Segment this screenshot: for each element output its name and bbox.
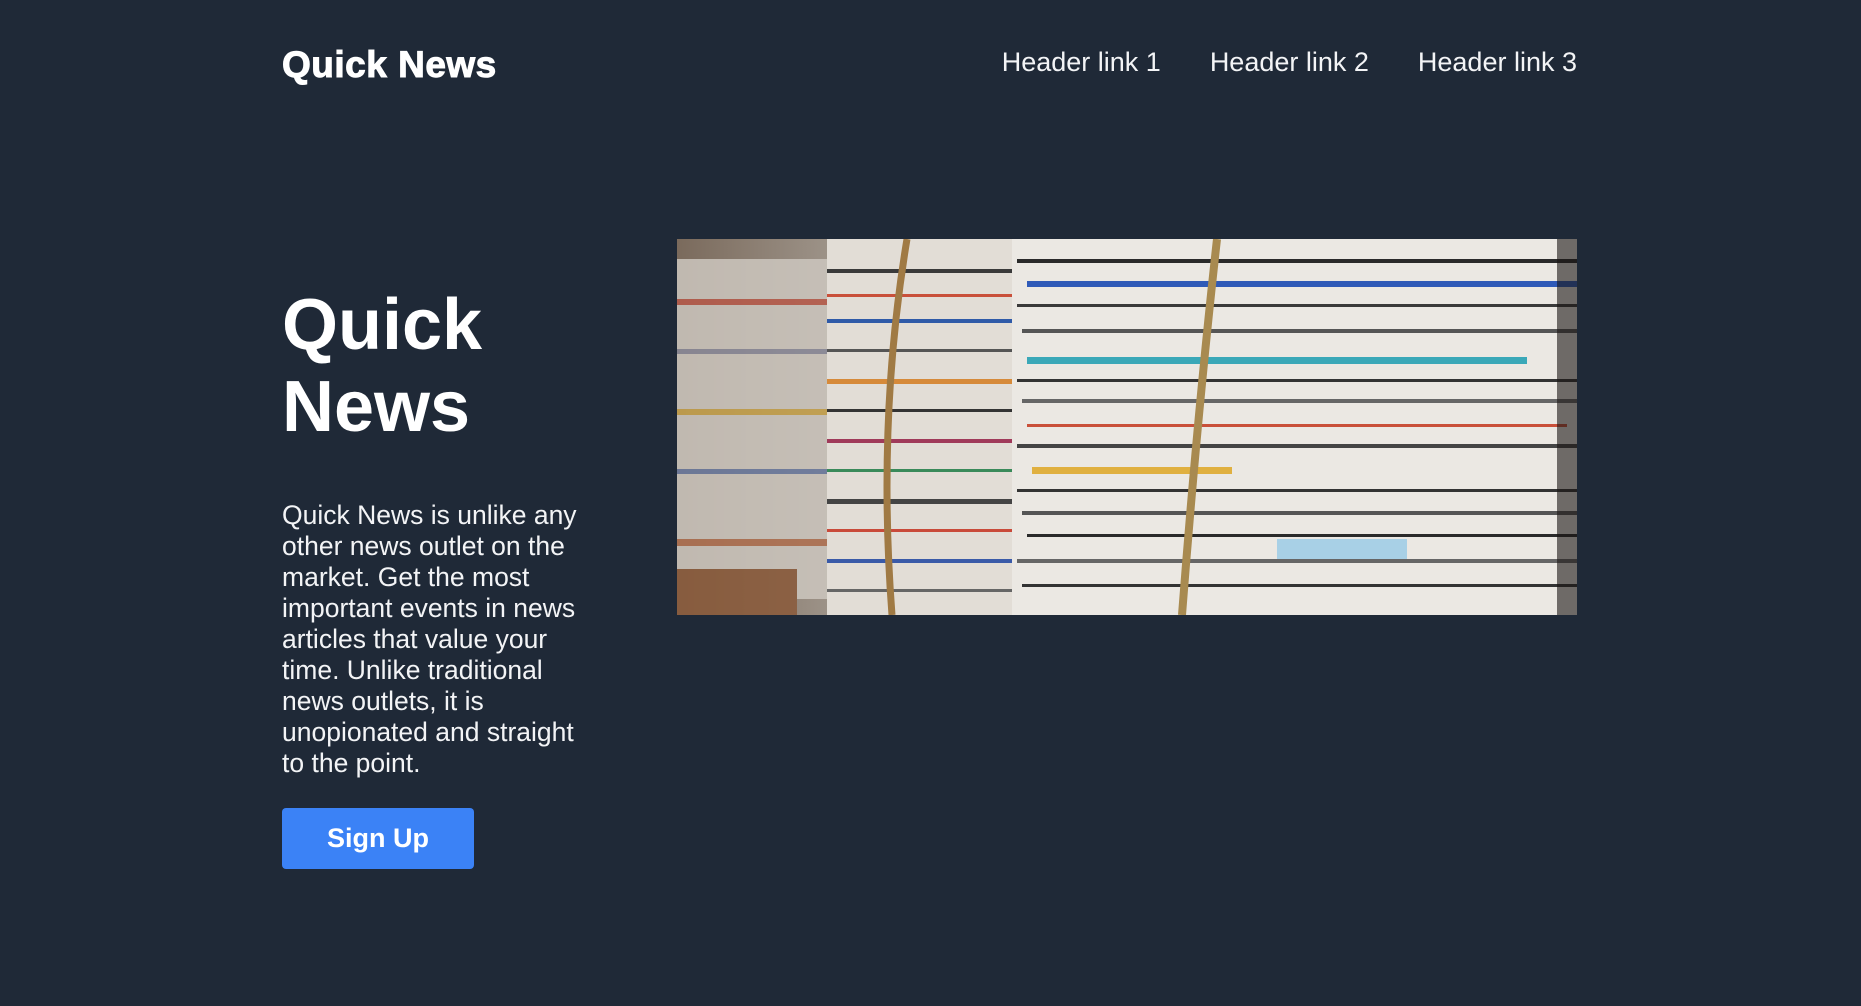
header-link-2[interactable]: Header link 2 [1210, 40, 1369, 84]
hero-content: Quick News Quick News is unlike any othe… [282, 284, 592, 869]
header-link-1[interactable]: Header link 1 [1002, 40, 1161, 84]
header-link-3[interactable]: Header link 3 [1418, 40, 1577, 84]
site-header: Quick News Header link 1 Header link 2 H… [282, 40, 1577, 90]
page: Quick News Header link 1 Header link 2 H… [0, 0, 1861, 1006]
hero-title: Quick News [282, 285, 483, 447]
site-logo[interactable]: Quick News [282, 40, 497, 90]
newspapers-image [677, 239, 1577, 615]
newspapers-illustration [677, 239, 1577, 615]
hero-description: Quick News is unlike any other news outl… [282, 500, 577, 778]
sign-up-button[interactable]: Sign Up [282, 808, 474, 869]
header-nav: Header link 1 Header link 2 Header link … [1002, 40, 1577, 84]
